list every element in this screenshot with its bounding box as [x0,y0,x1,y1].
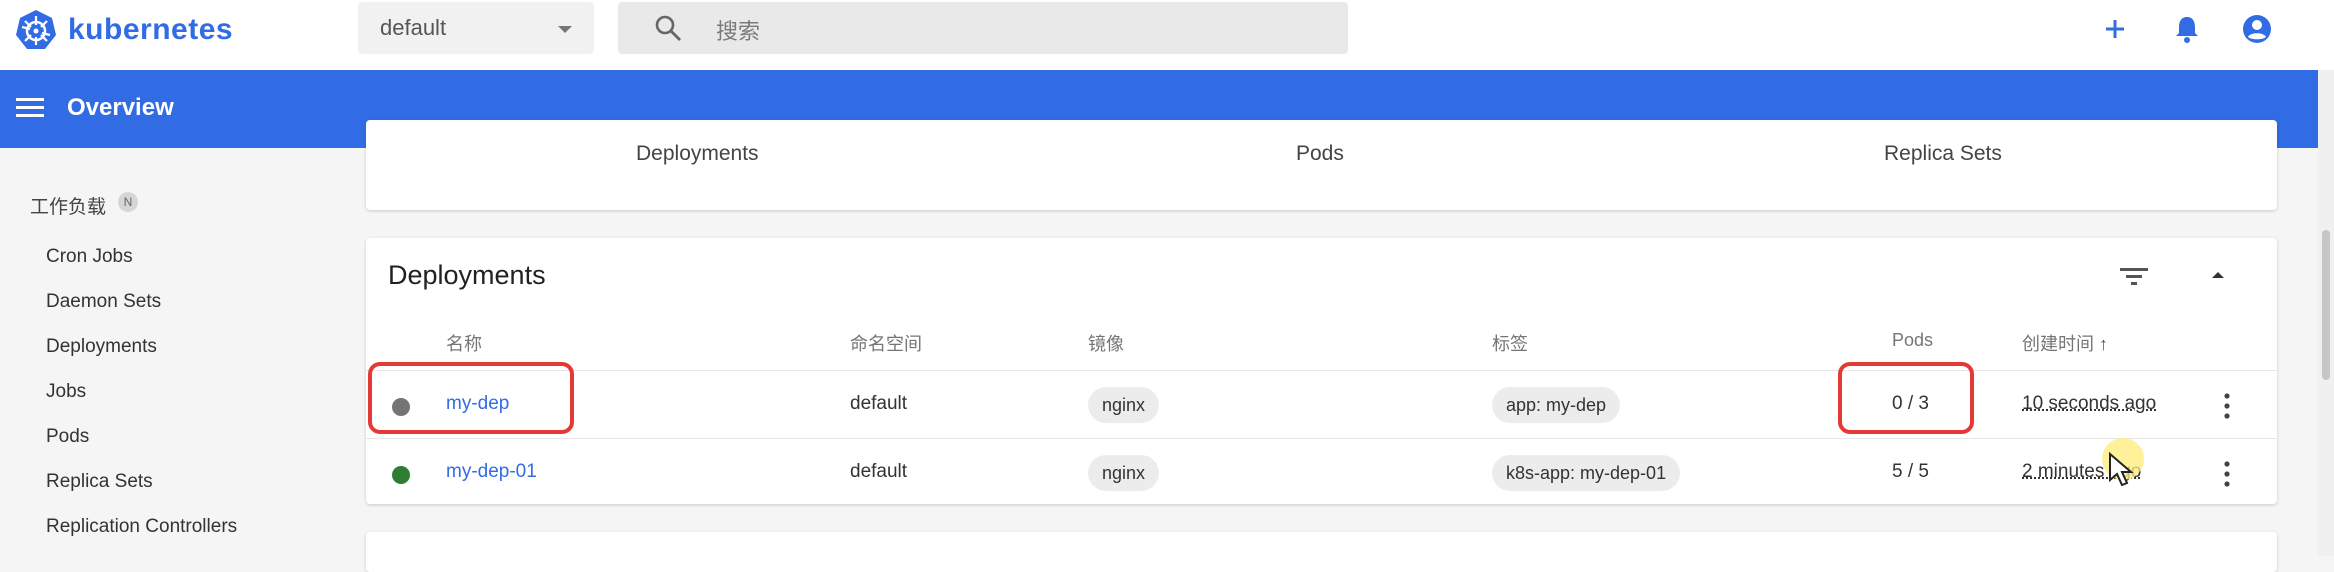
namespace-cell: default [850,393,907,415]
label-chip: k8s-app: my-dep-01 [1492,455,1680,491]
brand-name[interactable]: kubernetes [68,10,233,50]
sidebar-item-replication-controllers[interactable]: Replication Controllers [46,516,237,538]
more-vert-icon[interactable] [2224,391,2230,421]
column-header-image: 镜像 [1088,330,1124,356]
search-input[interactable]: 搜索 [716,14,760,46]
created-header-label: 创建时间 [2022,334,2094,354]
bell-icon[interactable] [2170,12,2204,46]
sidebar-item-daemon-sets[interactable]: Daemon Sets [46,291,161,313]
table-row[interactable]: my-dep default nginx app: my-dep 0 / 3 1… [366,370,2277,439]
namespaced-badge: N [118,192,138,212]
page-title: Overview [67,94,174,122]
column-header-name[interactable]: 名称 [446,330,482,356]
sidebar-item-replica-sets[interactable]: Replica Sets [46,471,153,493]
scrollbar-thumb[interactable] [2322,230,2330,380]
table-row[interactable]: my-dep-01 default nginx k8s-app: my-dep-… [366,438,2277,507]
pods-cell: 5 / 5 [1892,461,1929,483]
created-time[interactable]: 10 seconds ago [2022,393,2156,415]
workload-status-card: Deployments Pods Replica Sets [366,120,2277,210]
summary-label-pods: Pods [1296,142,1344,166]
sidebar: 工作负载 N Cron Jobs Daemon Sets Deployments… [0,148,350,556]
column-header-created[interactable]: 创建时间 ↑ [2022,330,2108,356]
label-chip: app: my-dep [1492,387,1620,423]
image-chip: nginx [1088,455,1159,491]
deployments-card: Deployments 名称 命名空间 镜像 标签 Pods 创建时间 ↑ my… [366,238,2277,504]
deployment-name-link[interactable]: my-dep-01 [446,461,537,483]
menu-icon[interactable] [16,98,44,118]
column-header-labels: 标签 [1492,330,1528,356]
highlight-box-name [368,362,574,434]
namespace-cell: default [850,461,907,483]
more-vert-icon[interactable] [2224,459,2230,489]
sidebar-item-jobs[interactable]: Jobs [46,381,86,403]
card-title: Deployments [388,260,546,291]
cursor-icon [2108,452,2136,488]
column-header-namespace: 命名空间 [850,330,922,356]
highlight-box-pods [1838,362,1974,434]
top-bar: kubernetes default 搜索 [0,0,2334,70]
summary-label-replica-sets: Replica Sets [1884,142,2002,166]
chevron-down-icon [558,26,572,33]
sidebar-item-deployments[interactable]: Deployments [46,336,157,358]
sidebar-item-pods[interactable]: Pods [46,426,89,448]
summary-label-deployments: Deployments [636,142,759,166]
sidebar-section-workloads[interactable]: 工作负载 [30,192,106,219]
namespace-select[interactable]: default [358,2,594,54]
status-running-icon [392,466,410,484]
namespace-value: default [380,15,446,41]
add-icon[interactable] [2098,12,2132,46]
kubernetes-logo[interactable] [14,8,58,52]
account-icon[interactable] [2240,12,2274,46]
column-header-pods: Pods [1892,330,1933,351]
search-bar[interactable]: 搜索 [618,2,1348,54]
collapse-icon[interactable] [2212,272,2224,278]
sidebar-item-cron-jobs[interactable]: Cron Jobs [46,246,133,268]
search-icon [654,14,682,42]
sort-arrow-icon[interactable]: ↑ [2099,334,2108,354]
next-card [366,532,2277,572]
filter-icon[interactable] [2118,264,2150,288]
image-chip: nginx [1088,387,1159,423]
